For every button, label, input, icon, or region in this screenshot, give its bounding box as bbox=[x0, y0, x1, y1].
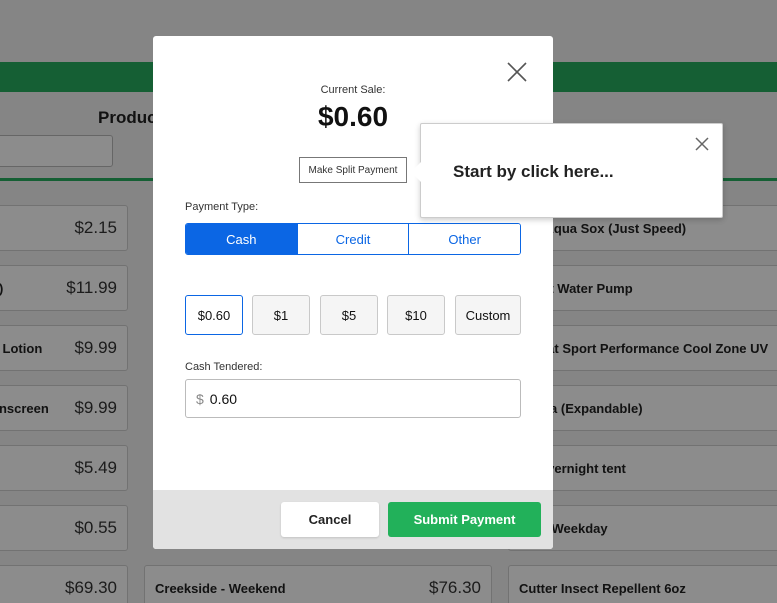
quick-amount-1[interactable]: $1 bbox=[252, 295, 310, 335]
modal-footer: Cancel Submit Payment bbox=[153, 490, 553, 549]
cash-tendered-input[interactable]: $ 0.60 bbox=[185, 379, 521, 418]
tooltip-arrow bbox=[411, 162, 421, 182]
currency-symbol: $ bbox=[196, 390, 204, 407]
payment-modal: Current Sale: $0.60 Make Split Payment P… bbox=[153, 36, 553, 549]
quick-amount-10[interactable]: $10 bbox=[387, 295, 445, 335]
payment-type-label: Payment Type: bbox=[185, 201, 259, 213]
tooltip-text: Start by click here... bbox=[453, 162, 614, 181]
cancel-button[interactable]: Cancel bbox=[281, 502, 379, 537]
quick-amount-custom[interactable]: Custom bbox=[455, 295, 521, 335]
payment-type-other[interactable]: Other bbox=[408, 224, 520, 254]
cash-tendered-label: Cash Tendered: bbox=[185, 361, 263, 373]
payment-type-cash[interactable]: Cash bbox=[186, 224, 297, 254]
close-icon[interactable] bbox=[693, 135, 711, 153]
cash-tendered-value: 0.60 bbox=[209, 390, 238, 407]
payment-type-selector: Cash Credit Other bbox=[185, 223, 521, 255]
submit-payment-button[interactable]: Submit Payment bbox=[388, 502, 541, 537]
onboarding-tooltip: Start by click here... bbox=[411, 123, 723, 218]
quick-amount-exact[interactable]: $0.60 bbox=[185, 295, 243, 335]
split-payment-button[interactable]: Make Split Payment bbox=[299, 157, 407, 183]
payment-type-credit[interactable]: Credit bbox=[296, 224, 409, 254]
close-icon[interactable] bbox=[503, 58, 531, 86]
quick-amount-5[interactable]: $5 bbox=[320, 295, 378, 335]
current-sale-label: Current Sale: bbox=[320, 84, 386, 96]
